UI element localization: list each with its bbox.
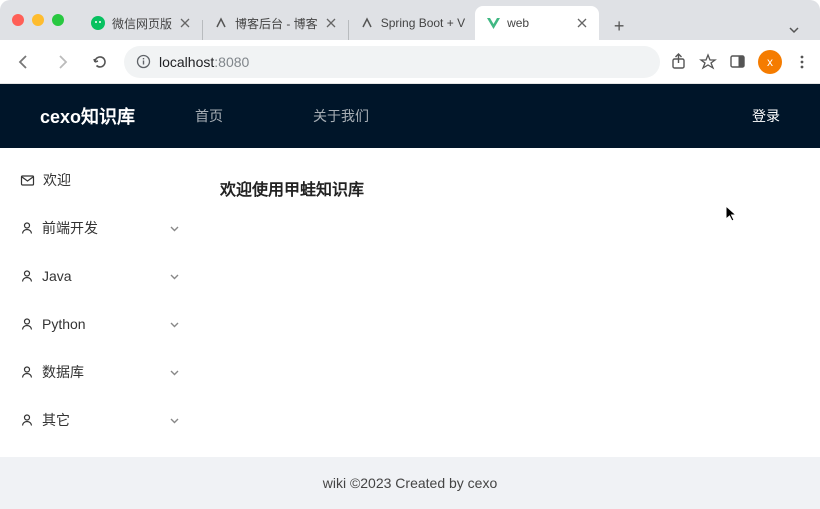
user-icon (20, 365, 34, 379)
sidebar-item-python[interactable]: Python (0, 300, 200, 348)
mail-icon (20, 173, 35, 188)
chevron-down-icon (169, 223, 180, 234)
vue-icon (485, 15, 501, 31)
tab-list-button[interactable] (780, 20, 808, 40)
window-maximize-icon[interactable] (52, 14, 64, 26)
browser-titlebar: 微信网页版 博客后台 - 博客 Spring Boot + V web + (0, 0, 820, 40)
site-icon (213, 15, 229, 31)
tab-strip: 微信网页版 博客后台 - 博客 Spring Boot + V web + (80, 0, 808, 40)
forward-button[interactable] (48, 48, 76, 76)
main-content: 欢迎使用甲蛙知识库 (200, 148, 820, 457)
sidebar-item-database[interactable]: 数据库 (0, 348, 200, 396)
tab-label: web (507, 16, 529, 30)
tab-label: 微信网页版 (112, 15, 172, 32)
menu-item-home[interactable]: 首页 (195, 106, 223, 126)
tab-0[interactable]: 微信网页版 (80, 6, 202, 40)
sidebar-item-label: 其它 (42, 410, 70, 430)
close-icon[interactable] (324, 16, 338, 30)
menu-item-about[interactable]: 关于我们 (313, 106, 369, 126)
wechat-icon (90, 15, 106, 31)
user-icon (20, 317, 34, 331)
close-icon[interactable] (178, 16, 192, 30)
sidebar-item-java[interactable]: Java (0, 252, 200, 300)
sidebar-item-welcome[interactable]: 欢迎 (0, 156, 200, 204)
sidebar: 欢迎 前端开发 Java Python 数据库 其它 (0, 148, 200, 457)
browser-chrome: 微信网页版 博客后台 - 博客 Spring Boot + V web + (0, 0, 820, 84)
menu-icon[interactable] (794, 54, 810, 70)
user-icon (20, 413, 34, 427)
tab-3[interactable]: web (475, 6, 599, 40)
side-panel-icon[interactable] (729, 53, 746, 70)
footer-text: wiki ©2023 Created by cexo (323, 475, 498, 491)
sidebar-item-label: Python (42, 316, 86, 332)
reload-button[interactable] (86, 48, 114, 76)
chevron-down-icon (169, 415, 180, 426)
sidebar-item-label: 数据库 (42, 362, 84, 382)
sidebar-item-other[interactable]: 其它 (0, 396, 200, 444)
window-minimize-icon[interactable] (32, 14, 44, 26)
tab-1[interactable]: 博客后台 - 博客 (203, 6, 348, 40)
chevron-down-icon (169, 319, 180, 330)
sidebar-item-label: Java (42, 268, 72, 284)
profile-avatar[interactable]: x (758, 50, 782, 74)
new-tab-button[interactable]: + (605, 12, 633, 40)
share-icon[interactable] (670, 53, 687, 70)
user-icon (20, 269, 34, 283)
chevron-down-icon (169, 271, 180, 282)
sidebar-item-frontend[interactable]: 前端开发 (0, 204, 200, 252)
browser-toolbar: localhost:8080 x (0, 40, 820, 84)
sidebar-item-label: 欢迎 (43, 170, 71, 190)
site-info-icon[interactable] (136, 54, 151, 69)
app-header: cexo知识库 首页 关于我们 登录 (0, 84, 820, 148)
user-icon (20, 221, 34, 235)
close-icon[interactable] (575, 16, 589, 30)
chevron-down-icon (169, 367, 180, 378)
login-link[interactable]: 登录 (752, 106, 780, 126)
window-close-icon[interactable] (12, 14, 24, 26)
address-bar[interactable]: localhost:8080 (124, 46, 660, 78)
page-title: 欢迎使用甲蛙知识库 (220, 176, 800, 200)
sidebar-item-label: 前端开发 (42, 218, 98, 238)
app-footer: wiki ©2023 Created by cexo (0, 457, 820, 509)
back-button[interactable] (10, 48, 38, 76)
url-text: localhost:8080 (159, 54, 249, 70)
toolbar-actions: x (670, 50, 810, 74)
app-body: 欢迎 前端开发 Java Python 数据库 其它 欢迎使用甲蛙知识 (0, 148, 820, 457)
brand-title[interactable]: cexo知识库 (40, 103, 135, 129)
tab-2[interactable]: Spring Boot + V (349, 6, 475, 40)
tab-label: 博客后台 - 博客 (235, 15, 318, 32)
bookmark-icon[interactable] (699, 53, 717, 71)
tab-label: Spring Boot + V (381, 16, 465, 30)
site-icon (359, 15, 375, 31)
top-menu: 首页 关于我们 (195, 106, 369, 126)
window-controls (12, 14, 64, 26)
